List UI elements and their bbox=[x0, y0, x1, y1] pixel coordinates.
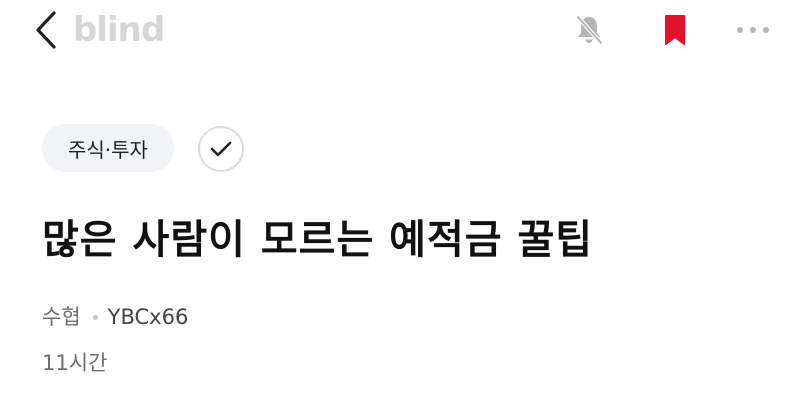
bell-muted-icon bbox=[576, 15, 603, 45]
bookmark-icon bbox=[665, 15, 685, 45]
company-name[interactable]: 수협 bbox=[42, 302, 81, 332]
more-options-button[interactable] bbox=[733, 14, 773, 46]
post-timestamp: 11시간 bbox=[42, 351, 108, 375]
meta-separator-dot bbox=[92, 314, 98, 320]
category-chip[interactable]: 주식·투자 bbox=[42, 124, 174, 172]
notification-toggle-button[interactable] bbox=[571, 12, 607, 48]
post-page: blind 주식·투자 많은 사람이 모르는 예적금 꿀팁 수협 YBCx66 … bbox=[0, 0, 800, 413]
back-button[interactable] bbox=[30, 10, 62, 50]
app-logo: blind bbox=[73, 10, 165, 50]
check-icon bbox=[210, 141, 232, 157]
chevron-left-icon bbox=[36, 11, 56, 49]
author-name[interactable]: YBCx66 bbox=[108, 302, 189, 332]
bookmark-button[interactable] bbox=[657, 10, 693, 50]
more-dots-icon bbox=[737, 27, 769, 33]
post-meta: 수협 YBCx66 bbox=[42, 302, 188, 332]
post-title: 많은 사람이 모르는 예적금 꿀팁 bbox=[42, 217, 594, 263]
follow-category-button[interactable] bbox=[198, 126, 244, 172]
